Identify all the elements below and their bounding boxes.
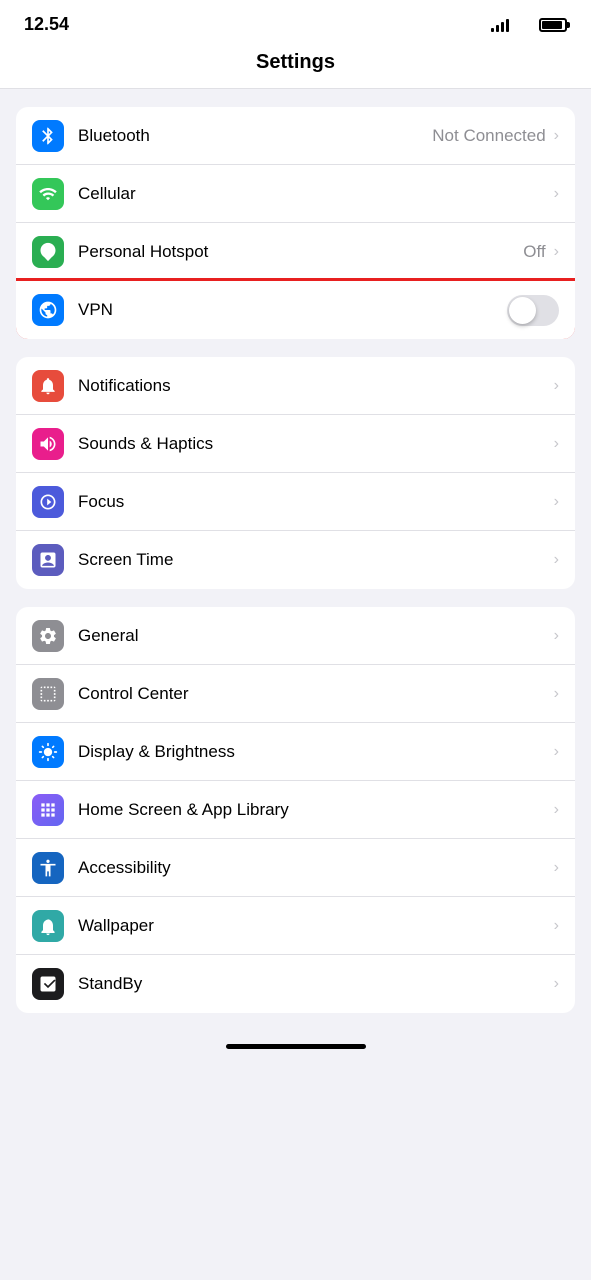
display-group: General › Control Center › Display & Bri…: [16, 607, 575, 1013]
cellular-label: Cellular: [78, 184, 554, 204]
homescreen-item[interactable]: Home Screen & App Library ›: [16, 781, 575, 839]
sounds-item[interactable]: Sounds & Haptics ›: [16, 415, 575, 473]
accessibility-label: Accessibility: [78, 858, 554, 878]
general-item[interactable]: General ›: [16, 607, 575, 665]
focus-icon: [32, 486, 64, 518]
display-icon: [32, 736, 64, 768]
vpn-toggle-knob: [509, 297, 536, 324]
connectivity-group: Bluetooth Not Connected › Cellular › Per…: [16, 107, 575, 339]
hotspot-label: Personal Hotspot: [78, 242, 523, 262]
bluetooth-chevron: ›: [554, 127, 559, 145]
hotspot-chevron: ›: [554, 243, 559, 261]
bluetooth-value: Not Connected: [432, 126, 545, 146]
page-title: Settings: [256, 51, 335, 73]
bluetooth-icon: [32, 120, 64, 152]
vpn-toggle[interactable]: [507, 295, 559, 326]
focus-item[interactable]: Focus ›: [16, 473, 575, 531]
controlcenter-label: Control Center: [78, 684, 554, 704]
standby-icon: [32, 968, 64, 1000]
hotspot-item[interactable]: Personal Hotspot Off ›: [16, 223, 575, 281]
bluetooth-label: Bluetooth: [78, 126, 432, 146]
cellular-icon: [32, 178, 64, 210]
vpn-label: VPN: [78, 300, 507, 320]
focus-chevron: ›: [554, 493, 559, 511]
notifications-label: Notifications: [78, 376, 554, 396]
focus-label: Focus: [78, 492, 554, 512]
controlcenter-item[interactable]: Control Center ›: [16, 665, 575, 723]
screentime-label: Screen Time: [78, 550, 554, 570]
standby-item[interactable]: StandBy ›: [16, 955, 575, 1013]
notifications-item[interactable]: Notifications ›: [16, 357, 575, 415]
controlcenter-chevron: ›: [554, 685, 559, 703]
screentime-icon: [32, 544, 64, 576]
homescreen-chevron: ›: [554, 801, 559, 819]
notifications-group: Notifications › Sounds & Haptics › Focus…: [16, 357, 575, 589]
battery-icon: [539, 18, 567, 32]
accessibility-item[interactable]: Accessibility ›: [16, 839, 575, 897]
notifications-icon: [32, 370, 64, 402]
homescreen-label: Home Screen & App Library: [78, 800, 554, 820]
general-icon: [32, 620, 64, 652]
vpn-item[interactable]: VPN: [16, 281, 575, 339]
wallpaper-item[interactable]: Wallpaper ›: [16, 897, 575, 955]
display-label: Display & Brightness: [78, 742, 554, 762]
screentime-item[interactable]: Screen Time ›: [16, 531, 575, 589]
home-indicator-area: [0, 1031, 591, 1071]
general-label: General: [78, 626, 554, 646]
page-title-bar: Settings: [0, 43, 591, 89]
display-item[interactable]: Display & Brightness ›: [16, 723, 575, 781]
standby-label: StandBy: [78, 974, 554, 994]
wallpaper-label: Wallpaper: [78, 916, 554, 936]
standby-chevron: ›: [554, 975, 559, 993]
cellular-item[interactable]: Cellular ›: [16, 165, 575, 223]
general-chevron: ›: [554, 627, 559, 645]
notifications-chevron: ›: [554, 377, 559, 395]
wallpaper-chevron: ›: [554, 917, 559, 935]
screentime-chevron: ›: [554, 551, 559, 569]
display-chevron: ›: [554, 743, 559, 761]
bluetooth-item[interactable]: Bluetooth Not Connected ›: [16, 107, 575, 165]
accessibility-icon: [32, 852, 64, 884]
cellular-chevron: ›: [554, 185, 559, 203]
hotspot-value: Off: [523, 242, 545, 262]
sounds-label: Sounds & Haptics: [78, 434, 554, 454]
accessibility-chevron: ›: [554, 859, 559, 877]
signal-icon: [491, 18, 509, 32]
status-bar: 12.54: [0, 0, 591, 43]
home-indicator: [226, 1044, 366, 1049]
status-icons: [491, 18, 567, 32]
wallpaper-icon: [32, 910, 64, 942]
wifi-icon: [515, 18, 533, 32]
controlcenter-icon: [32, 678, 64, 710]
hotspot-icon: [32, 236, 64, 268]
homescreen-icon: [32, 794, 64, 826]
status-time: 12.54: [24, 14, 69, 35]
sounds-icon: [32, 428, 64, 460]
vpn-icon: [32, 294, 64, 326]
sounds-chevron: ›: [554, 435, 559, 453]
